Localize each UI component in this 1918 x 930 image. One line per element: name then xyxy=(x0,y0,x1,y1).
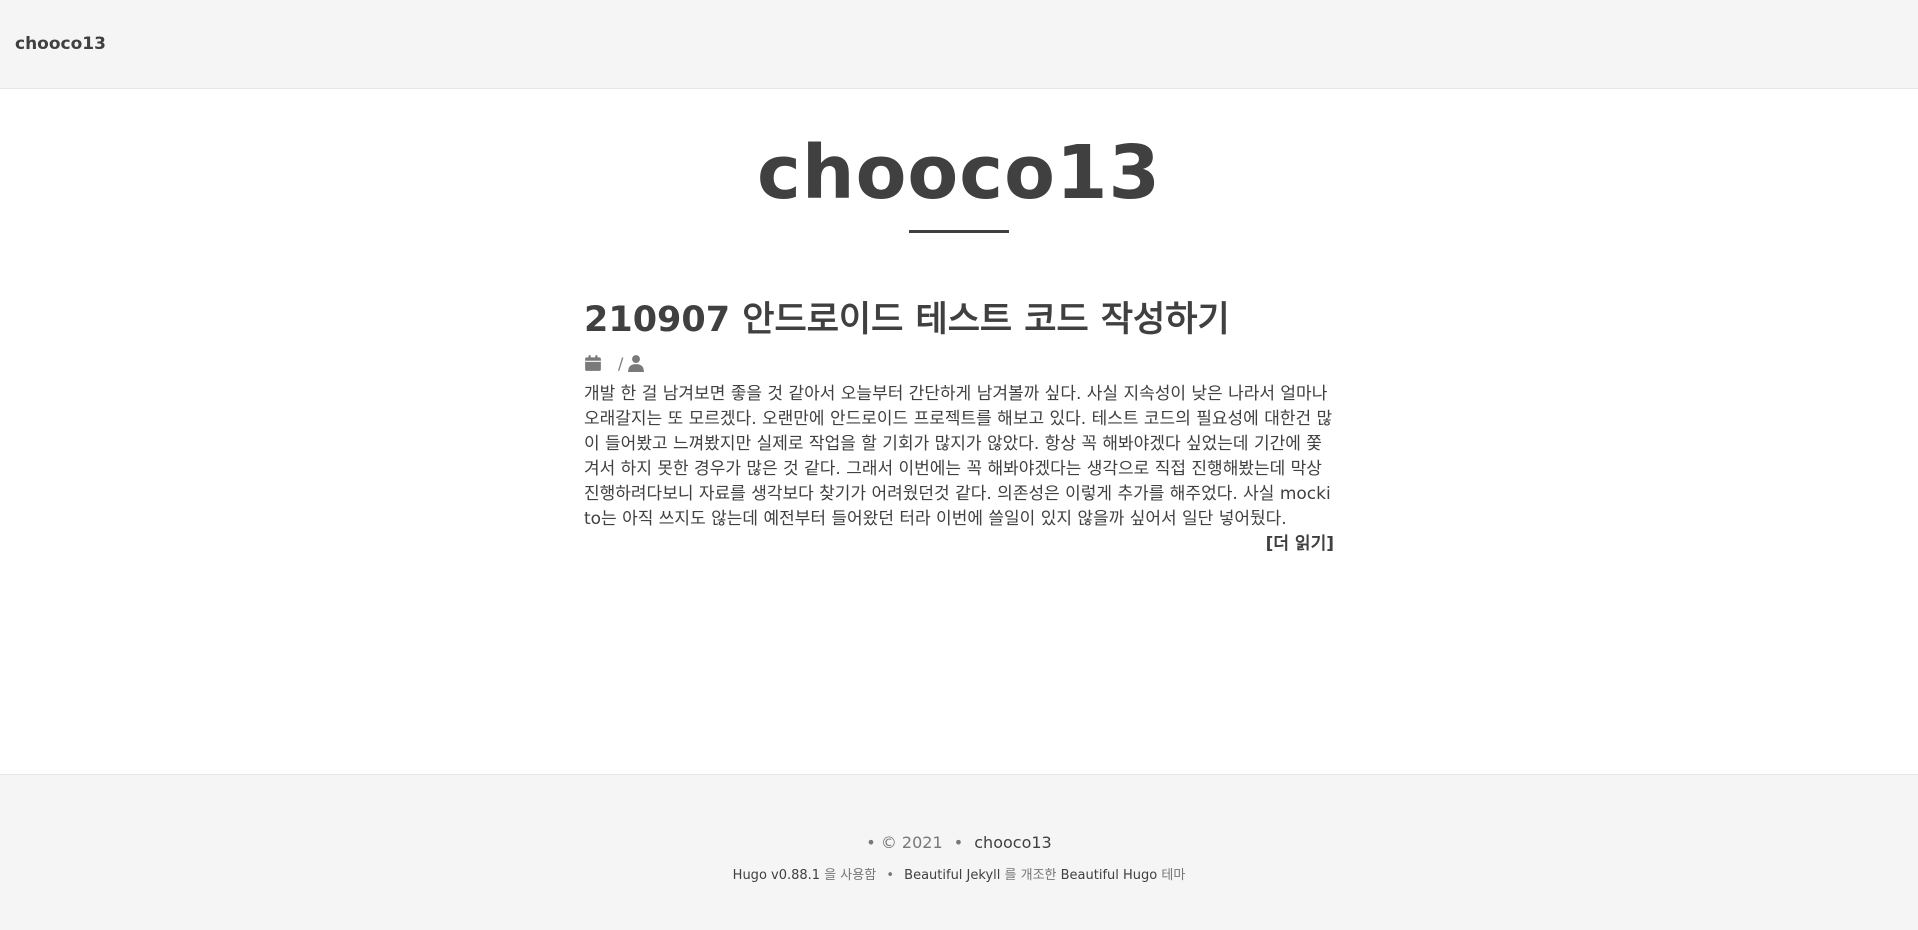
footer-author-link[interactable]: chooco13 xyxy=(974,833,1051,852)
navbar-brand-link[interactable]: chooco13 xyxy=(15,34,106,54)
footer-bullet: • xyxy=(886,868,895,883)
calendar-icon xyxy=(584,354,602,372)
footer-copyright: © 2021 xyxy=(880,833,943,852)
meta-separator: / xyxy=(618,353,624,373)
user-icon xyxy=(627,354,645,373)
hugo-link[interactable]: Hugo v0.88.1 xyxy=(733,868,820,883)
footer-bullet: • xyxy=(953,833,964,852)
post-excerpt-block: 개발 한 걸 남겨보면 좋을 것 같아서 오늘부터 간단하게 남겨볼까 싶다. … xyxy=(584,382,1334,554)
title-divider xyxy=(909,230,1009,234)
jekyll-link[interactable]: Beautiful Jekyll xyxy=(904,868,1000,883)
site-title: chooco13 xyxy=(757,130,1161,216)
post-preview: 210907 안드로이드 테스트 코드 작성하기 / 개발 한 걸 남겨보면 좋… xyxy=(584,299,1334,554)
site-footer: • © 2021 • chooco13 Hugo v0.88.1 을 사용함 •… xyxy=(0,774,1918,930)
footer-copyright-line: • © 2021 • chooco13 xyxy=(0,833,1918,852)
footer-credits-line: Hugo v0.88.1 을 사용함 • Beautiful Jekyll 를 … xyxy=(0,864,1918,883)
read-more-link[interactable]: [더 읽기] xyxy=(1266,532,1334,557)
theme-link[interactable]: Beautiful Hugo xyxy=(1061,868,1158,883)
post-excerpt: 개발 한 걸 남겨보면 좋을 것 같아서 오늘부터 간단하게 남겨볼까 싶다. … xyxy=(584,384,1333,530)
jekyll-suffix: 를 개조한 xyxy=(1004,868,1057,883)
footer-bullet: • xyxy=(866,833,876,852)
theme-suffix: 테마 xyxy=(1161,868,1186,883)
site-header: chooco13 xyxy=(0,89,1918,234)
post-meta: / xyxy=(584,352,1334,374)
hugo-suffix: 을 사용함 xyxy=(824,868,877,883)
post-list: 210907 안드로이드 테스트 코드 작성하기 / 개발 한 걸 남겨보면 좋… xyxy=(584,299,1334,554)
post-title-link[interactable]: 210907 안드로이드 테스트 코드 작성하기 xyxy=(584,299,1334,341)
top-navbar: chooco13 xyxy=(0,0,1918,89)
